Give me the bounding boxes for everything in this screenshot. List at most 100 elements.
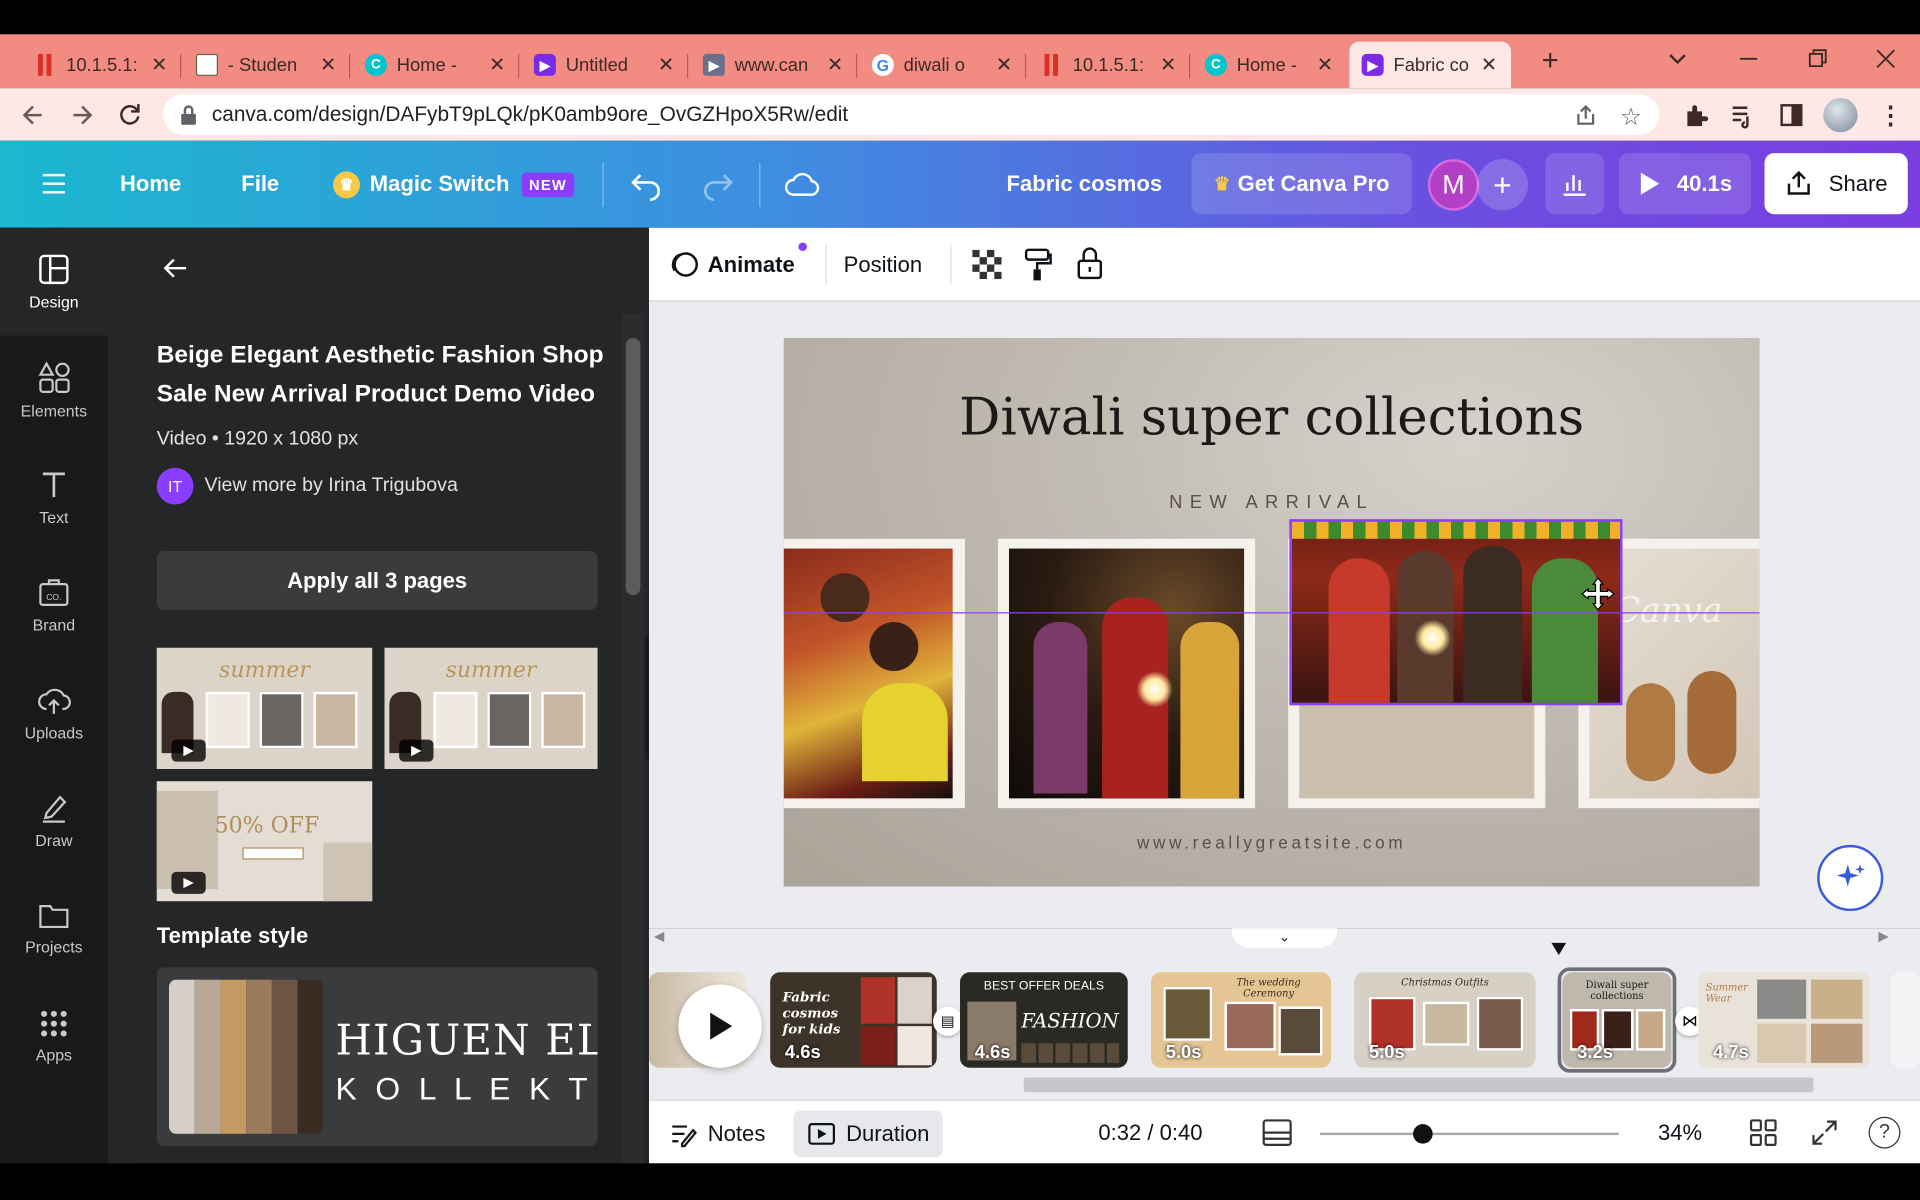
- template-page-thumb[interactable]: summer ▶: [156, 647, 373, 769]
- back-icon[interactable]: [20, 102, 47, 129]
- zoom-slider[interactable]: [1320, 1120, 1619, 1147]
- browser-tab[interactable]: C Home - ✕: [1193, 42, 1347, 89]
- close-tab-icon[interactable]: ✕: [1315, 53, 1335, 77]
- rail-item-uploads[interactable]: Uploads: [0, 659, 108, 767]
- redo-icon[interactable]: [700, 168, 734, 202]
- media-queue-icon[interactable]: [1729, 102, 1756, 129]
- scroll-left-arrow-icon[interactable]: ◀: [654, 928, 664, 944]
- reload-icon[interactable]: [116, 102, 143, 129]
- design-page[interactable]: Diwali super collections NEW ARRIVAL Can…: [783, 337, 1760, 887]
- avatar[interactable]: M: [1427, 159, 1480, 211]
- close-tab-icon[interactable]: ✕: [149, 53, 169, 77]
- rail-item-brand[interactable]: CO. Brand: [0, 551, 108, 659]
- zoom-slider-knob[interactable]: [1412, 1124, 1433, 1144]
- invite-plus-icon[interactable]: +: [1476, 159, 1529, 211]
- timeline-page-7[interactable]: Summer Wear 4.7s: [1698, 972, 1870, 1068]
- timeline-page-5[interactable]: Christmas Outfits 5.0s: [1354, 972, 1536, 1068]
- layout-view-icon[interactable]: [1261, 1118, 1293, 1147]
- browser-tab[interactable]: 10.1.5.1: ✕: [22, 42, 182, 89]
- collapse-timeline-chevron-icon[interactable]: ⌄: [1231, 928, 1338, 948]
- timeline-page-3[interactable]: BEST OFFER DEALS FASHION 4.6s: [960, 972, 1128, 1068]
- browser-tab[interactable]: - Studen ✕: [184, 42, 351, 89]
- subheading-text[interactable]: NEW ARRIVAL: [784, 492, 1760, 513]
- share-page-icon[interactable]: [1573, 103, 1597, 127]
- zoom-percent[interactable]: 34%: [1658, 1120, 1702, 1146]
- magic-switch-button[interactable]: ♛ Magic Switch NEW: [333, 141, 575, 228]
- rail-item-projects[interactable]: Projects: [0, 874, 108, 982]
- help-icon[interactable]: ?: [1868, 1116, 1901, 1149]
- file-button[interactable]: File: [241, 141, 279, 228]
- timeline-scrollbar[interactable]: [649, 1075, 1920, 1095]
- lock-icon[interactable]: [1075, 246, 1104, 280]
- browser-tab[interactable]: ▶ Untitled ✕: [522, 42, 689, 89]
- duration-button[interactable]: Duration: [793, 1110, 943, 1158]
- animate-button[interactable]: Animate: [669, 242, 807, 281]
- panel-scrollbar[interactable]: [622, 313, 645, 1164]
- share-button[interactable]: Share: [1764, 153, 1908, 215]
- browser-tab[interactable]: ▶ www.can ✕: [691, 42, 858, 89]
- back-arrow-icon[interactable]: [162, 255, 189, 282]
- tab-search-icon[interactable]: [1665, 47, 1689, 71]
- close-tab-icon[interactable]: ✕: [487, 53, 507, 77]
- rail-item-draw[interactable]: Draw: [0, 767, 108, 875]
- photo-frame[interactable]: [997, 538, 1256, 809]
- restore-icon[interactable]: [1805, 47, 1829, 71]
- template-page-thumb[interactable]: 50% OFF ▶: [156, 781, 373, 902]
- extensions-icon[interactable]: [1682, 102, 1709, 129]
- timeline-page-4[interactable]: The wedding Ceremony 5.0s: [1151, 972, 1332, 1068]
- rail-item-apps[interactable]: Apps: [0, 982, 108, 1090]
- close-tab-icon[interactable]: ✕: [318, 53, 338, 77]
- close-tab-icon[interactable]: ✕: [825, 53, 845, 77]
- apply-all-pages-button[interactable]: Apply all 3 pages: [156, 551, 598, 610]
- timeline-page-2[interactable]: Fabric cosmos for kids 4.6s: [770, 972, 937, 1068]
- position-button[interactable]: Position: [844, 252, 922, 278]
- add-page-tile[interactable]: [1890, 972, 1920, 1068]
- notes-button[interactable]: Notes: [669, 1118, 765, 1150]
- author-link[interactable]: View more by Irina Trigubova: [204, 475, 457, 497]
- close-tab-icon[interactable]: ✕: [994, 53, 1014, 77]
- paint-roller-icon[interactable]: [1024, 247, 1053, 281]
- rail-item-elements[interactable]: Elements: [0, 336, 108, 444]
- canvas-vertical-scrollbar[interactable]: [1898, 301, 1920, 928]
- grid-view-icon[interactable]: [1749, 1118, 1778, 1147]
- fullscreen-icon[interactable]: [1810, 1118, 1839, 1147]
- design-title[interactable]: Fabric cosmos: [1007, 141, 1163, 228]
- headline-text[interactable]: Diwali super collections: [784, 387, 1760, 447]
- timeline-page-6-current[interactable]: Diwali super collections 3.2s: [1562, 972, 1672, 1068]
- magic-assistant-icon[interactable]: [1817, 844, 1884, 912]
- insights-chart-icon[interactable]: [1545, 153, 1605, 215]
- timeline-play-button[interactable]: [678, 984, 762, 1068]
- rail-item-text[interactable]: Text: [0, 443, 108, 551]
- address-bar[interactable]: canva.com/design/DAFybT9pLQk/pK0amb9ore_…: [162, 94, 1660, 135]
- present-play-button[interactable]: 40.1s: [1618, 153, 1752, 215]
- browser-tab[interactable]: G diwali o ✕: [860, 42, 1027, 89]
- get-canva-pro-button[interactable]: ♛ Get Canva Pro: [1191, 153, 1412, 215]
- side-panel-icon[interactable]: [1778, 102, 1805, 129]
- close-tab-icon[interactable]: ✕: [1479, 53, 1499, 77]
- new-tab-icon[interactable]: +: [1533, 44, 1567, 78]
- close-tab-icon[interactable]: ✕: [1158, 53, 1178, 77]
- website-text[interactable]: www.reallygreatsite.com: [784, 833, 1760, 853]
- forward-icon[interactable]: [69, 102, 96, 129]
- photo-frame[interactable]: [783, 538, 965, 809]
- close-window-icon[interactable]: [1873, 47, 1897, 71]
- template-style-card[interactable]: HIGUEN ELE K O L L E K T I: [156, 967, 598, 1147]
- home-button[interactable]: Home: [120, 141, 181, 228]
- browser-tab[interactable]: C Home - ✕: [353, 42, 520, 89]
- bookmark-star-icon[interactable]: ☆: [1620, 102, 1642, 133]
- transparency-icon[interactable]: [972, 249, 1002, 280]
- menu-hamburger-icon[interactable]: [39, 170, 68, 197]
- browser-tab-active[interactable]: ▶ Fabric co ✕: [1349, 41, 1512, 89]
- minimize-icon[interactable]: [1736, 47, 1760, 71]
- cloud-saved-icon[interactable]: [784, 168, 821, 202]
- browser-menu-icon[interactable]: ⋮: [1878, 100, 1902, 131]
- browser-tab[interactable]: 10.1.5.1: ✕: [1029, 42, 1191, 89]
- rail-item-design[interactable]: Design: [0, 227, 108, 336]
- transition-icon[interactable]: ▤: [933, 1006, 963, 1036]
- close-tab-icon[interactable]: ✕: [656, 53, 676, 77]
- undo-icon[interactable]: [629, 168, 663, 202]
- profile-avatar[interactable]: [1823, 97, 1858, 133]
- template-page-thumb[interactable]: summer ▶: [384, 647, 598, 769]
- playhead-marker-icon[interactable]: [1549, 940, 1569, 957]
- scroll-right-arrow-icon[interactable]: ▶: [1878, 928, 1888, 944]
